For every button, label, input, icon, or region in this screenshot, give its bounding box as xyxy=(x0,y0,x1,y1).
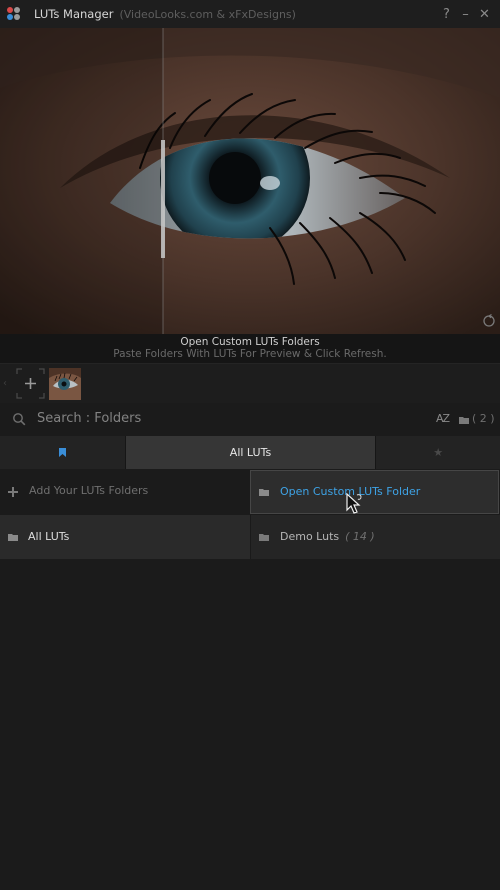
folder-demo-luts[interactable]: Demo Luts ( 14 ) xyxy=(250,515,500,559)
add-luts-folders-label: Add Your LUTs Folders xyxy=(29,484,149,497)
lut-preview-image[interactable] xyxy=(0,28,500,334)
app-logo-icon xyxy=(7,7,21,21)
folder-icon xyxy=(8,534,18,541)
folder-count: ( 2 ) xyxy=(472,412,495,425)
reset-icon[interactable] xyxy=(482,314,496,328)
bookmark-icon xyxy=(58,448,66,457)
minimize-icon[interactable]: – xyxy=(456,5,475,23)
sort-az-icon[interactable]: AZ xyxy=(436,412,450,425)
title-bar: LUTs Manager (VideoLooks.com & xFxDesign… xyxy=(0,0,500,28)
star-icon: ★ xyxy=(433,446,444,459)
window-subtitle: (VideoLooks.com & xFxDesigns) xyxy=(119,7,296,21)
search-icon xyxy=(13,413,26,426)
caption-title: Open Custom LUTs Folders xyxy=(180,336,320,348)
folder-all-luts-label: All LUTs xyxy=(28,530,70,543)
folder-icon xyxy=(259,534,269,541)
tab-bookmarks[interactable] xyxy=(0,436,126,469)
search-input[interactable]: Search : Folders xyxy=(37,411,141,426)
close-icon[interactable]: ✕ xyxy=(475,5,494,23)
lut-thumbnail[interactable] xyxy=(49,368,81,400)
scroll-left-icon[interactable]: ‹ xyxy=(3,378,7,389)
folder-demo-luts-count: ( 14 ) xyxy=(345,530,375,543)
pointer-cursor-icon xyxy=(346,493,362,514)
thumbnail-strip: ‹ xyxy=(0,363,500,404)
folder-icon xyxy=(459,417,469,424)
filter-tabs: All LUTs ★ xyxy=(0,436,500,469)
folder-icon xyxy=(259,489,269,496)
folder-demo-luts-text: Demo Luts ( 14 ) xyxy=(280,530,375,543)
folder-row: Add Your LUTs Folders Open Custom LUTs F… xyxy=(0,470,500,514)
tab-favorites[interactable]: ★ xyxy=(376,436,500,469)
window-title: LUTs Manager xyxy=(34,7,114,21)
add-thumbnail-button[interactable] xyxy=(16,368,45,399)
folder-demo-luts-label: Demo Luts xyxy=(280,530,340,543)
open-custom-luts-folder-button[interactable]: Open Custom LUTs Folder xyxy=(250,470,499,514)
search-bar[interactable]: Search : Folders AZ ( 2 ) xyxy=(0,403,500,436)
folder-row: All LUTs Demo Luts ( 14 ) xyxy=(0,515,500,559)
help-icon[interactable]: ? xyxy=(437,5,456,23)
preview-caption: Open Custom LUTs Folders Paste Folders W… xyxy=(0,334,500,363)
folder-all-luts[interactable]: All LUTs xyxy=(0,515,250,559)
add-icon xyxy=(8,487,18,497)
window-controls: ? – ✕ xyxy=(437,5,494,23)
tab-all-luts[interactable]: All LUTs xyxy=(125,436,377,469)
caption-hint: Paste Folders With LUTs For Preview & Cl… xyxy=(113,348,387,360)
add-luts-folders-button[interactable]: Add Your LUTs Folders xyxy=(0,470,250,514)
